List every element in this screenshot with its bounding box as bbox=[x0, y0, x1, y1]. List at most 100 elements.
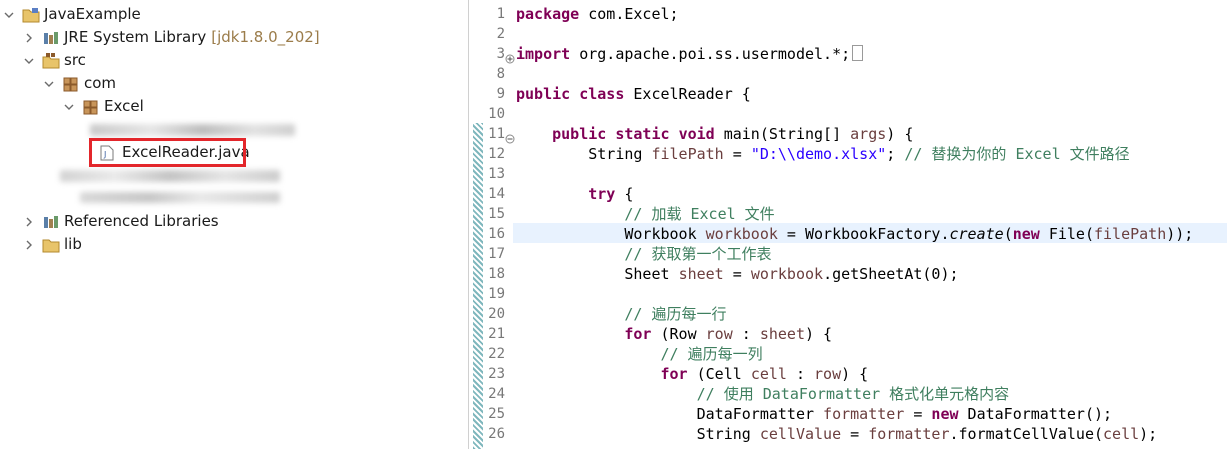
code-line[interactable]: // 遍历每一行 bbox=[516, 304, 726, 324]
comment-token: // 遍历每一列 bbox=[660, 345, 763, 363]
line-number: 2 bbox=[496, 26, 505, 42]
code-token: = WorkbookFactory. bbox=[777, 225, 950, 243]
code-line[interactable]: String filePath = "D:\\demo.xlsx"; // 替换… bbox=[516, 144, 1130, 164]
chevron-right-icon[interactable] bbox=[22, 26, 36, 49]
src-label: src bbox=[64, 51, 86, 69]
tree-item-project[interactable]: JavaExample bbox=[2, 3, 141, 26]
project-folder-icon bbox=[22, 7, 40, 23]
code-token: com.Excel; bbox=[579, 5, 679, 23]
chevron-down-icon[interactable] bbox=[42, 72, 56, 95]
code-token: DataFormatter(); bbox=[958, 405, 1113, 423]
code-line[interactable]: // 获取第一个工作表 bbox=[516, 244, 771, 264]
variable-token: cell bbox=[1103, 425, 1140, 443]
code-token: : bbox=[786, 365, 815, 383]
code-line[interactable]: // 遍历每一列 bbox=[516, 344, 763, 364]
code-line[interactable]: DataFormatter formatter = new DataFormat… bbox=[516, 404, 1112, 424]
project-explorer: JavaExample JRE System Library [jdk1.8.0… bbox=[0, 0, 469, 449]
code-line[interactable]: String cellValue = formatter.formatCellV… bbox=[516, 424, 1158, 444]
package-icon bbox=[62, 76, 80, 92]
project-label: JavaExample bbox=[44, 5, 141, 23]
line-number: 20 bbox=[488, 306, 505, 322]
code-token: ; bbox=[886, 145, 905, 163]
code-line[interactable]: // 使用 DataFormatter 格式化单元格内容 bbox=[516, 384, 1010, 404]
code-line[interactable]: for (Row row : sheet) { bbox=[516, 324, 832, 344]
folder-icon bbox=[42, 237, 60, 253]
code-line[interactable]: public class ExcelReader { bbox=[516, 84, 751, 104]
code-token: = bbox=[841, 425, 869, 443]
code-line[interactable]: // 加载 Excel 文件 bbox=[516, 204, 774, 224]
source-folder-icon bbox=[42, 52, 60, 69]
code-token: (Cell bbox=[687, 365, 751, 383]
line-number-gutter: 1 2 3 8 9 10 11 12 13 14 15 16 17 18 19 20 21 22 23 24 25 26 bbox=[470, 0, 510, 449]
chevron-right-icon[interactable] bbox=[22, 233, 36, 256]
chevron-down-icon[interactable] bbox=[22, 49, 36, 72]
tree-item-package-com[interactable]: com bbox=[42, 72, 116, 95]
code-line[interactable]: try { bbox=[516, 184, 633, 204]
code-line[interactable]: import org.apache.poi.ss.usermodel.*; bbox=[516, 44, 864, 64]
line-number: 3 bbox=[496, 46, 505, 62]
comment-token: // 替换为你的 Excel 文件路径 bbox=[904, 145, 1130, 163]
collapsed-region-marker[interactable] bbox=[852, 45, 864, 61]
chevron-right-icon[interactable] bbox=[22, 210, 36, 233]
line-number: 16 bbox=[488, 226, 505, 242]
tree-item-package-excel[interactable]: Excel bbox=[62, 95, 144, 118]
line-number: 21 bbox=[488, 326, 505, 342]
line-number: 22 bbox=[488, 346, 505, 362]
code-line[interactable]: for (Cell cell : row) { bbox=[516, 364, 869, 384]
lib-label: lib bbox=[64, 235, 82, 253]
package-icon bbox=[82, 99, 100, 115]
keyword-token: package bbox=[516, 5, 580, 23]
code-token: Workbook bbox=[516, 225, 706, 243]
keyword-token: class bbox=[579, 85, 625, 103]
chevron-down-icon[interactable] bbox=[2, 3, 16, 26]
variable-token: workbook bbox=[750, 265, 824, 283]
fold-collapse-icon[interactable] bbox=[505, 129, 515, 144]
code-token: create bbox=[949, 225, 1004, 243]
code-token: )); bbox=[1166, 225, 1194, 243]
jre-library-label: JRE System Library bbox=[64, 28, 207, 46]
variable-token: cell bbox=[750, 365, 787, 383]
variable-token: cellValue bbox=[759, 425, 842, 443]
line-number: 13 bbox=[488, 166, 505, 182]
tree-item-jre-library[interactable]: JRE System Library [jdk1.8.0_202] bbox=[22, 26, 320, 49]
string-token: "D:\\demo.xlsx" bbox=[750, 145, 887, 163]
code-token: String bbox=[516, 145, 652, 163]
variable-token: filePath bbox=[651, 145, 724, 163]
code-line[interactable]: package com.Excel; bbox=[516, 4, 679, 24]
variable-token: formatter bbox=[823, 405, 905, 423]
tree-item-referenced-libraries[interactable]: Referenced Libraries bbox=[22, 210, 219, 233]
variable-token: formatter bbox=[868, 425, 950, 443]
code-token: { bbox=[615, 185, 634, 203]
comment-token: // 遍历每一行 bbox=[624, 305, 727, 323]
code-line[interactable]: Sheet sheet = workbook.getSheetAt(0); bbox=[516, 264, 958, 284]
chevron-down-icon[interactable] bbox=[62, 95, 76, 118]
code-line[interactable]: Workbook workbook = WorkbookFactory.crea… bbox=[516, 224, 1193, 244]
tree-item-lib[interactable]: lib bbox=[22, 233, 82, 256]
highlight-box bbox=[89, 138, 246, 167]
line-number: 24 bbox=[488, 386, 505, 402]
line-number: 18 bbox=[488, 266, 505, 282]
code-token: ExcelReader { bbox=[624, 85, 751, 103]
keyword-token: public bbox=[552, 125, 607, 143]
line-number: 17 bbox=[488, 246, 505, 262]
code-token: ); bbox=[1139, 425, 1158, 443]
package-excel-label: Excel bbox=[104, 97, 144, 115]
code-token: = bbox=[904, 405, 932, 423]
line-number: 26 bbox=[488, 426, 505, 442]
tree-item-src[interactable]: src bbox=[22, 49, 86, 72]
redacted-tree-item bbox=[60, 170, 280, 182]
line-number: 15 bbox=[488, 206, 505, 222]
code-editor[interactable]: 1 2 3 8 9 10 11 12 13 14 15 16 17 18 19 20 21 22 23 24 25 26 … bbox=[470, 0, 1227, 449]
variable-token: sheet bbox=[759, 325, 805, 343]
code-line[interactable]: public static void main(String[] args) { bbox=[516, 124, 913, 144]
fold-expand-icon[interactable] bbox=[505, 49, 515, 64]
line-number: 10 bbox=[488, 106, 505, 122]
line-number: 11 bbox=[488, 126, 505, 142]
redacted-tree-item bbox=[90, 124, 295, 136]
variable-token: sheet bbox=[678, 265, 724, 283]
library-icon bbox=[42, 30, 60, 46]
